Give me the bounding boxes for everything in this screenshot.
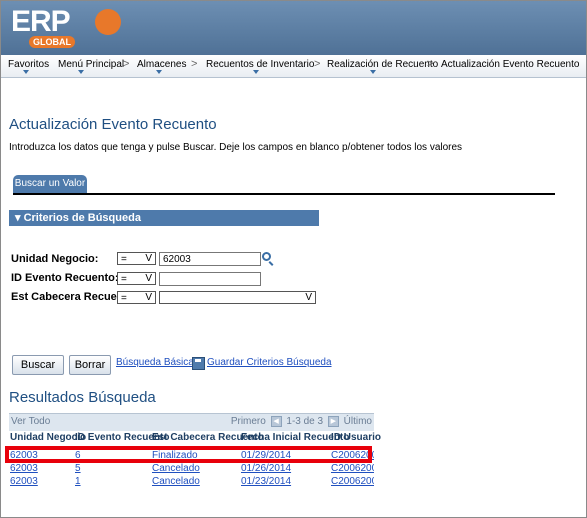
table-row[interactable]: 62003 5 Cancelado 01/26/2014 C20062003 (9, 463, 374, 475)
clear-button[interactable]: Borrar (69, 355, 111, 375)
save-criteria-link[interactable]: Guardar Criterios Búsqueda (207, 357, 332, 368)
first-link[interactable]: Primero (231, 416, 266, 427)
tab-divider (13, 193, 555, 195)
id-evento-label: ID Evento Recuento: (11, 272, 119, 284)
pager: Primero ◀ 1-3 de 3 ▶ Último (231, 416, 372, 427)
tab-buscar-valor[interactable]: Buscar un Valor (13, 175, 87, 193)
operator-value: = (121, 254, 127, 265)
cell-usuario[interactable]: C20062003 (331, 476, 374, 487)
menu-almacenes[interactable]: Almacenes (137, 59, 186, 70)
unidad-negocio-operator[interactable]: = V (117, 252, 156, 265)
est-cabecera-select[interactable]: V (159, 291, 316, 304)
search-icon[interactable] (262, 252, 271, 261)
globe-icon (95, 9, 121, 35)
chevron-down-icon: V (305, 292, 312, 303)
logo-text: ERP (11, 5, 71, 38)
id-evento-input[interactable] (159, 272, 261, 286)
previous-icon[interactable]: ◀ (270, 416, 282, 427)
collapse-icon: ▾ (15, 212, 24, 224)
breadcrumb-separator: > (191, 58, 198, 70)
cell-unidad[interactable]: 62003 (10, 463, 70, 474)
breadcrumb-menu: Favoritos Menú Principal > Almacenes > R… (1, 55, 586, 78)
cell-fecha[interactable]: 01/26/2014 (241, 463, 326, 474)
breadcrumb-separator: > (123, 58, 130, 70)
header-banner: ERP GLOBAL (1, 1, 586, 55)
last-link[interactable]: Último (344, 416, 372, 427)
page-range: 1-3 de 3 (286, 416, 324, 428)
menu-recuentos-inventario[interactable]: Recuentos de Inventario (206, 59, 314, 70)
cell-estado[interactable]: Cancelado (152, 476, 237, 487)
col-id-usuario[interactable]: ID Usuario (331, 432, 381, 443)
next-icon[interactable]: ▶ (327, 416, 339, 427)
est-cabecera-operator[interactable]: = V (117, 291, 156, 304)
unidad-negocio-label: Unidad Negocio: (11, 253, 99, 265)
chevron-down-icon (253, 70, 259, 74)
operator-value: = (121, 274, 127, 285)
cell-id-evento[interactable]: 5 (75, 463, 145, 474)
cell-estado[interactable]: Cancelado (152, 463, 237, 474)
row-highlight-box (5, 446, 372, 463)
chevron-down-icon (370, 70, 376, 74)
cell-id-evento[interactable]: 1 (75, 476, 145, 487)
results-grid-toolbar: Ver Todo Primero ◀ 1-3 de 3 ▶ Último (9, 413, 374, 431)
operator-value: = (121, 293, 127, 304)
breadcrumb-separator: > (427, 58, 434, 70)
table-row[interactable]: 62003 1 Cancelado 01/23/2014 C20062003 (9, 476, 374, 488)
id-evento-operator[interactable]: = V (117, 272, 156, 285)
chevron-down-icon: V (145, 273, 152, 284)
criteria-section-header[interactable]: ▾ Criterios de Búsqueda (9, 210, 319, 226)
page-title: Actualización Evento Recuento (9, 116, 217, 133)
basic-search-link[interactable]: Búsqueda Básica (116, 357, 194, 368)
menu-favoritos[interactable]: Favoritos (8, 59, 49, 70)
criteria-section-title: Criterios de Búsqueda (23, 212, 141, 224)
unidad-negocio-input[interactable]: 62003 (159, 252, 261, 266)
chevron-down-icon: V (145, 292, 152, 303)
menu-realizacion-recuento[interactable]: Realización de Recuento (327, 59, 438, 70)
chevron-down-icon (156, 70, 162, 74)
chevron-down-icon (23, 70, 29, 74)
chevron-down-icon (78, 70, 84, 74)
logo-subtext: GLOBAL (29, 36, 75, 48)
chevron-down-icon: V (145, 253, 152, 264)
breadcrumb-separator: > (314, 58, 321, 70)
results-title: Resultados Búsqueda (9, 389, 156, 406)
cell-usuario[interactable]: C20062003 (331, 463, 374, 474)
save-icon (192, 357, 205, 370)
cell-unidad[interactable]: 62003 (10, 476, 70, 487)
cell-fecha[interactable]: 01/23/2014 (241, 476, 326, 487)
instructions-text: Introduzca los datos que tenga y pulse B… (9, 142, 463, 153)
menu-actualizacion-evento[interactable]: Actualización Evento Recuento (441, 59, 579, 70)
view-all-link[interactable]: Ver Todo (11, 416, 50, 427)
menu-principal[interactable]: Menú Principal (58, 59, 124, 70)
search-button[interactable]: Buscar (12, 355, 64, 375)
